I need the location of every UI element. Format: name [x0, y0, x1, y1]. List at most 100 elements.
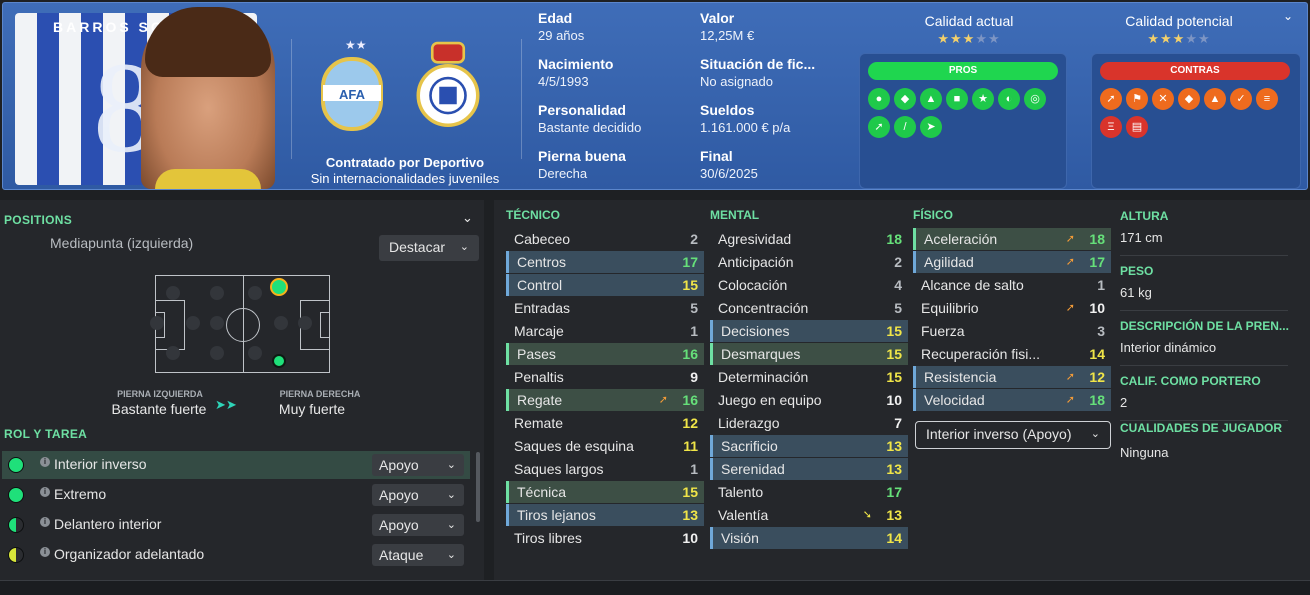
flag-icon[interactable]: ⚑: [1126, 88, 1148, 110]
divider: [1120, 255, 1288, 256]
attr-row: Agilidad ➚ 17: [913, 251, 1111, 273]
role-row-advanced-playmaker[interactable]: i Organizador adelantado Ataque ⌄: [2, 541, 470, 569]
positions-title: POSITIONS: [4, 213, 73, 227]
attr-value: 2: [690, 231, 698, 247]
info-value-money: Valor 12,25M €: [700, 9, 754, 45]
info-label: Pierna buena: [538, 148, 626, 164]
trait-icon[interactable]: ▲: [1204, 88, 1226, 110]
trait-icon[interactable]: /: [894, 116, 916, 138]
info-icon[interactable]: i: [40, 517, 50, 527]
info-icon[interactable]: i: [40, 487, 50, 497]
trait-icon[interactable]: ★: [972, 88, 994, 110]
info-birth: Nacimiento 4/5/1993: [538, 55, 613, 91]
attr-name: Regate: [517, 392, 563, 408]
natural-position-marker: [270, 278, 288, 296]
trait-icon[interactable]: ●: [868, 88, 890, 110]
highlight-dropdown[interactable]: Destacar ⌄: [379, 235, 479, 261]
attr-row: Velocidad ➚ 18: [913, 389, 1111, 411]
info-value: 12,25M €: [700, 28, 755, 43]
boot-icon[interactable]: ➤: [920, 116, 942, 138]
weight-value: 61 kg: [1120, 285, 1152, 300]
role-analysis-value: Interior inverso (Apoyo): [926, 426, 1072, 442]
role-suitability-icon: [8, 517, 24, 533]
trait-icon[interactable]: ■: [946, 88, 968, 110]
chevron-down-icon: ⌄: [446, 519, 456, 531]
trend-arrow-icon: ➚: [1065, 302, 1075, 314]
right-foot-label: PIERNA DERECHA: [279, 389, 361, 399]
trait-icon[interactable]: Ξ: [1100, 116, 1122, 138]
attr-row: Marcaje 1: [506, 320, 704, 342]
duty-dropdown[interactable]: Apoyo ⌄: [372, 454, 464, 476]
notes-icon[interactable]: ≡: [1256, 88, 1278, 110]
attr-name: Fuerza: [921, 323, 965, 339]
trait-icon[interactable]: ➚: [868, 116, 890, 138]
trait-icon[interactable]: ✕: [1152, 88, 1174, 110]
contract-status: Contratado por Deportivo Sin internacion…: [299, 155, 511, 187]
player-profile: BARROS SCHEL 8 ★★ AFA Contratado por Dep…: [0, 0, 1310, 595]
attr-name: Equilibrio: [921, 300, 979, 316]
player-header: BARROS SCHEL 8 ★★ AFA Contratado por Dep…: [2, 2, 1308, 190]
attr-value: 12: [682, 415, 698, 431]
deportivo-crest-icon: [416, 41, 480, 127]
attr-name: Tiros libres: [514, 530, 582, 546]
attr-name: Resistencia: [924, 369, 997, 385]
role-row-winger[interactable]: i Extremo Apoyo ⌄: [2, 481, 470, 509]
trait-icon[interactable]: ◆: [894, 88, 916, 110]
attr-row: Control 15: [506, 274, 704, 296]
collapse-chevron-icon[interactable]: ⌄: [1283, 9, 1293, 23]
attr-value: 11: [683, 438, 698, 454]
attr-value: 15: [886, 369, 902, 385]
role-row-inside-forward[interactable]: i Interior inverso Apoyo ⌄: [2, 451, 470, 479]
info-icon[interactable]: i: [40, 457, 50, 467]
attr-value: 1: [690, 461, 698, 477]
chevron-down-icon: ⌄: [446, 549, 456, 561]
role-analysis-dropdown[interactable]: Interior inverso (Apoyo) ⌄: [915, 421, 1111, 449]
positions-collapse-chevron-icon[interactable]: ⌄: [462, 210, 473, 226]
attr-value: 9: [690, 369, 698, 385]
highlight-dropdown-value: Destacar: [389, 239, 446, 255]
trait-icon[interactable]: ▲: [920, 88, 942, 110]
attr-name: Aceleración: [924, 231, 998, 247]
info-personality: Personalidad Bastante decidido: [538, 101, 641, 137]
roles-scrollbar[interactable]: [476, 452, 480, 522]
attr-name: Alcance de salto: [921, 277, 1024, 293]
trait-icon[interactable]: ▤: [1126, 116, 1148, 138]
chevron-down-icon: ⌄: [446, 459, 456, 471]
attr-row: Colocación 4: [710, 274, 908, 296]
cons-traits: ➚ ⚑ ✕ ◆ ▲ ✓ ≡ Ξ ▤: [1100, 88, 1282, 144]
current-ability-stars: ★★★★★: [937, 31, 1001, 46]
attr-row: Saques de esquina 11: [506, 435, 704, 457]
attr-value: 10: [1089, 300, 1105, 316]
attr-row: Fuerza 3: [913, 320, 1111, 342]
left-foot-value: Bastante fuerte: [111, 401, 207, 417]
info-foot: Pierna buena Derecha: [538, 147, 626, 183]
left-foot-label: PIERNA IZQUIERDA: [117, 389, 203, 399]
trait-icon[interactable]: ✓: [1230, 88, 1252, 110]
attr-row: Centros 17: [506, 251, 704, 273]
duty-dropdown[interactable]: Apoyo ⌄: [372, 514, 464, 536]
cons-label: CONTRAS: [1100, 62, 1290, 80]
role-name: Organizador adelantado: [54, 546, 205, 562]
pitch-diagram: [150, 275, 330, 373]
attr-row: Talento 17: [710, 481, 908, 503]
trait-icon[interactable]: ➚: [1100, 88, 1122, 110]
duty-dropdown[interactable]: Apoyo ⌄: [372, 484, 464, 506]
attr-name: Serenidad: [721, 461, 785, 477]
info-wages: Sueldos 1.161.000 € p/a: [700, 101, 790, 137]
trend-arrow-icon: ➘: [862, 509, 872, 521]
target-icon[interactable]: ◎: [1024, 88, 1046, 110]
chevron-down-icon: ⌄: [459, 241, 469, 253]
trait-icon[interactable]: ◐: [998, 88, 1020, 110]
info-label: Personalidad: [538, 102, 626, 118]
attr-name: Visión: [721, 530, 759, 546]
trait-icon[interactable]: ◆: [1178, 88, 1200, 110]
duty-value: Apoyo: [379, 517, 419, 533]
info-icon[interactable]: i: [40, 547, 50, 557]
pros-traits: ● ◆ ▲ ■ ★ ◐ ◎ ➚ / ➤: [868, 88, 1050, 144]
duty-dropdown[interactable]: Ataque ⌄: [372, 544, 464, 566]
right-foot-value: Muy fuerte: [278, 401, 346, 417]
info-value: Derecha: [538, 166, 588, 181]
role-row-inside-striker[interactable]: i Delantero interior Apoyo ⌄: [2, 511, 470, 539]
attr-row: Recuperación fisi... 14: [913, 343, 1111, 365]
info-value: 29 años: [538, 28, 585, 43]
